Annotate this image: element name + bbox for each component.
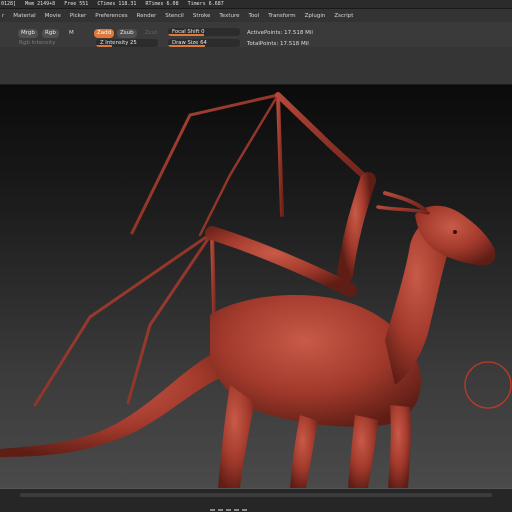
zsub-button[interactable]: Zsub — [117, 29, 137, 38]
shelf-indicator — [226, 509, 231, 511]
menu-texture[interactable]: Texture — [219, 13, 239, 19]
title-item: RTimes 6.08 — [145, 1, 179, 7]
rgb-intensity-slider[interactable]: Rgb Intensity — [19, 40, 56, 46]
shelf-indicator — [234, 509, 239, 511]
zadd-button[interactable]: Zadd — [94, 29, 115, 38]
menu-bar: r Material Movie Picker Preferences Rend… — [0, 9, 512, 22]
menu-preferences[interactable]: Preferences — [95, 13, 127, 19]
focal-shift-slider[interactable]: Focal Shift 0 — [168, 28, 240, 36]
shelf-indicator — [218, 509, 223, 511]
focal-shift-label: Focal Shift 0 — [172, 29, 205, 35]
draw-size-slider[interactable]: Draw Size 64 — [168, 39, 240, 47]
menu-stencil[interactable]: Stencil — [165, 13, 184, 19]
mrgb-button[interactable]: Mrgb — [18, 29, 38, 38]
title-item: Free 551 — [64, 1, 89, 7]
m-button[interactable]: M — [66, 29, 77, 38]
shelf-empty-area — [0, 47, 512, 84]
menu-item[interactable]: r — [2, 13, 4, 19]
z-intensity-label: Z Intensity 25 — [100, 40, 137, 46]
rgb-button[interactable]: Rgb — [42, 29, 59, 38]
menu-zscript[interactable]: Zscript — [334, 13, 353, 19]
zcut-button[interactable]: Zcut — [142, 29, 160, 38]
title-item: CTimes 118.31 — [97, 1, 137, 7]
dragon-sculpt — [0, 92, 512, 488]
title-item: 0128] — [1, 1, 17, 7]
brush-cursor-circle — [464, 361, 512, 409]
shelf-indicator — [242, 509, 247, 511]
z-intensity-slider[interactable]: Z Intensity 25 — [96, 39, 158, 47]
menu-picker[interactable]: Picker — [70, 13, 86, 19]
title-item: Timers 6.687 — [187, 1, 224, 7]
menu-tool[interactable]: Tool — [249, 13, 260, 19]
canvas-viewport[interactable] — [0, 85, 512, 488]
title-bar: 0128] Mem 2149+8 Free 551 CTimes 118.31 … — [0, 0, 512, 8]
menu-zplugin[interactable]: Zplugin — [305, 13, 326, 19]
menu-render[interactable]: Render — [137, 13, 157, 19]
bottom-shelf — [0, 488, 512, 512]
menu-transform[interactable]: Transform — [268, 13, 295, 19]
shelf-indicator — [210, 509, 215, 511]
bottom-scrollbar[interactable] — [20, 493, 492, 497]
draw-size-label: Draw Size 64 — [172, 40, 207, 46]
menu-material[interactable]: Material — [13, 13, 35, 19]
active-points-readout: ActivePoints: 17.518 Mil — [247, 30, 313, 36]
menu-movie[interactable]: Movie — [45, 13, 61, 19]
menu-stroke[interactable]: Stroke — [193, 13, 211, 19]
title-item: Mem 2149+8 — [25, 1, 56, 7]
